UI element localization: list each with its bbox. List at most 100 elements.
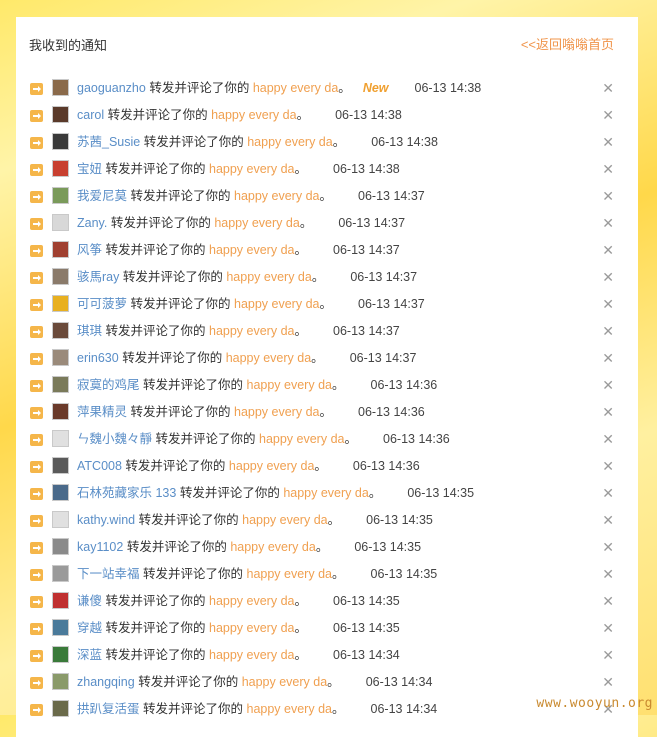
user-link[interactable]: zhangqing [77, 675, 135, 689]
avatar[interactable] [52, 430, 69, 447]
avatar[interactable] [52, 403, 69, 420]
back-to-home-link[interactable]: <<返回嗡嗡首页 [521, 34, 614, 53]
user-link[interactable]: 下一站幸福 [77, 567, 140, 581]
post-link[interactable]: happy every da [209, 594, 294, 608]
close-icon[interactable]: ✕ [602, 561, 614, 588]
avatar[interactable] [52, 295, 69, 312]
post-link[interactable]: happy every da [283, 486, 368, 500]
user-link[interactable]: 穿越 [77, 621, 102, 635]
post-link[interactable]: happy every da [226, 351, 311, 365]
user-link[interactable]: 可可菠萝 [77, 297, 127, 311]
close-icon[interactable]: ✕ [602, 453, 614, 480]
close-icon[interactable]: ✕ [602, 102, 614, 129]
close-icon[interactable]: ✕ [602, 534, 614, 561]
avatar[interactable] [52, 592, 69, 609]
avatar[interactable] [52, 133, 69, 150]
close-icon[interactable]: ✕ [602, 264, 614, 291]
avatar[interactable] [52, 322, 69, 339]
user-link[interactable]: 寂寞的鸡尾 [77, 378, 140, 392]
avatar[interactable] [52, 160, 69, 177]
user-link[interactable]: 苏茜_Susie [77, 135, 140, 149]
user-link[interactable]: Zany. [77, 216, 107, 230]
user-link[interactable]: kathy.wind [77, 513, 135, 527]
avatar[interactable] [52, 538, 69, 555]
post-link[interactable]: happy every da [230, 540, 315, 554]
avatar[interactable] [52, 511, 69, 528]
user-link[interactable]: ㄣ魏小魏々靜 [77, 432, 152, 446]
avatar[interactable] [52, 673, 69, 690]
close-icon[interactable]: ✕ [602, 426, 614, 453]
close-icon[interactable]: ✕ [602, 615, 614, 642]
avatar[interactable] [52, 214, 69, 231]
post-link[interactable]: happy every da [229, 459, 314, 473]
avatar[interactable] [52, 619, 69, 636]
post-link[interactable]: happy every da [209, 324, 294, 338]
user-link[interactable]: gaoguanzho [77, 81, 146, 95]
post-link[interactable]: happy every da [234, 297, 319, 311]
user-link[interactable]: carol [77, 108, 104, 122]
user-link[interactable]: 骇馬ray [77, 270, 119, 284]
post-link[interactable]: happy every da [242, 513, 327, 527]
user-link[interactable]: 琪琪 [77, 324, 102, 338]
close-icon[interactable]: ✕ [602, 399, 614, 426]
post-link[interactable]: happy every da [253, 81, 338, 95]
notification-row: 琪琪 转发并评论了你的 happy every da。 06-13 14:37 ✕ [16, 318, 638, 345]
close-icon[interactable]: ✕ [602, 291, 614, 318]
post-link[interactable]: happy every da [209, 162, 294, 176]
close-icon[interactable]: ✕ [602, 318, 614, 345]
user-link[interactable]: 拱趴复活蛋 [77, 702, 140, 716]
avatar[interactable] [52, 79, 69, 96]
close-icon[interactable]: ✕ [602, 588, 614, 615]
avatar[interactable] [52, 187, 69, 204]
post-link[interactable]: happy every da [209, 243, 294, 257]
user-link[interactable]: 风筝 [77, 243, 102, 257]
avatar[interactable] [52, 484, 69, 501]
post-link[interactable]: happy every da [247, 378, 332, 392]
post-link[interactable]: happy every da [211, 108, 296, 122]
avatar[interactable] [52, 646, 69, 663]
user-link[interactable]: 宝妞 [77, 162, 102, 176]
user-link[interactable]: 深蓝 [77, 648, 102, 662]
post-link[interactable]: happy every da [214, 216, 299, 230]
close-icon[interactable]: ✕ [602, 345, 614, 372]
avatar[interactable] [52, 376, 69, 393]
post-link[interactable]: happy every da [259, 432, 344, 446]
close-icon[interactable]: ✕ [602, 237, 614, 264]
post-link[interactable]: happy every da [209, 621, 294, 635]
post-link[interactable]: happy every da [226, 270, 311, 284]
avatar[interactable] [52, 268, 69, 285]
avatar[interactable] [52, 349, 69, 366]
post-suffix: 。 [299, 216, 313, 230]
post-link[interactable]: happy every da [242, 675, 327, 689]
close-icon[interactable]: ✕ [602, 669, 614, 696]
timestamp: 06-13 14:37 [333, 324, 400, 338]
user-link[interactable]: 谦傻 [77, 594, 102, 608]
post-link[interactable]: happy every da [247, 135, 332, 149]
post-link[interactable]: happy every da [247, 702, 332, 716]
avatar[interactable] [52, 565, 69, 582]
forward-icon [30, 137, 43, 149]
avatar[interactable] [52, 106, 69, 123]
post-link[interactable]: happy every da [234, 189, 319, 203]
close-icon[interactable]: ✕ [602, 75, 614, 102]
close-icon[interactable]: ✕ [602, 129, 614, 156]
user-link[interactable]: ATC008 [77, 459, 122, 473]
close-icon[interactable]: ✕ [602, 210, 614, 237]
user-link[interactable]: kay1102 [77, 540, 123, 554]
close-icon[interactable]: ✕ [602, 507, 614, 534]
post-link[interactable]: happy every da [209, 648, 294, 662]
post-link[interactable]: happy every da [234, 405, 319, 419]
avatar[interactable] [52, 700, 69, 717]
user-link[interactable]: 石林苑藏家乐 133 [77, 486, 176, 500]
close-icon[interactable]: ✕ [602, 642, 614, 669]
user-link[interactable]: 我爱尼莫 [77, 189, 127, 203]
post-link[interactable]: happy every da [247, 567, 332, 581]
avatar[interactable] [52, 241, 69, 258]
user-link[interactable]: 萍果精灵 [77, 405, 127, 419]
user-link[interactable]: erin630 [77, 351, 119, 365]
close-icon[interactable]: ✕ [602, 480, 614, 507]
close-icon[interactable]: ✕ [602, 183, 614, 210]
close-icon[interactable]: ✕ [602, 156, 614, 183]
close-icon[interactable]: ✕ [602, 372, 614, 399]
avatar[interactable] [52, 457, 69, 474]
